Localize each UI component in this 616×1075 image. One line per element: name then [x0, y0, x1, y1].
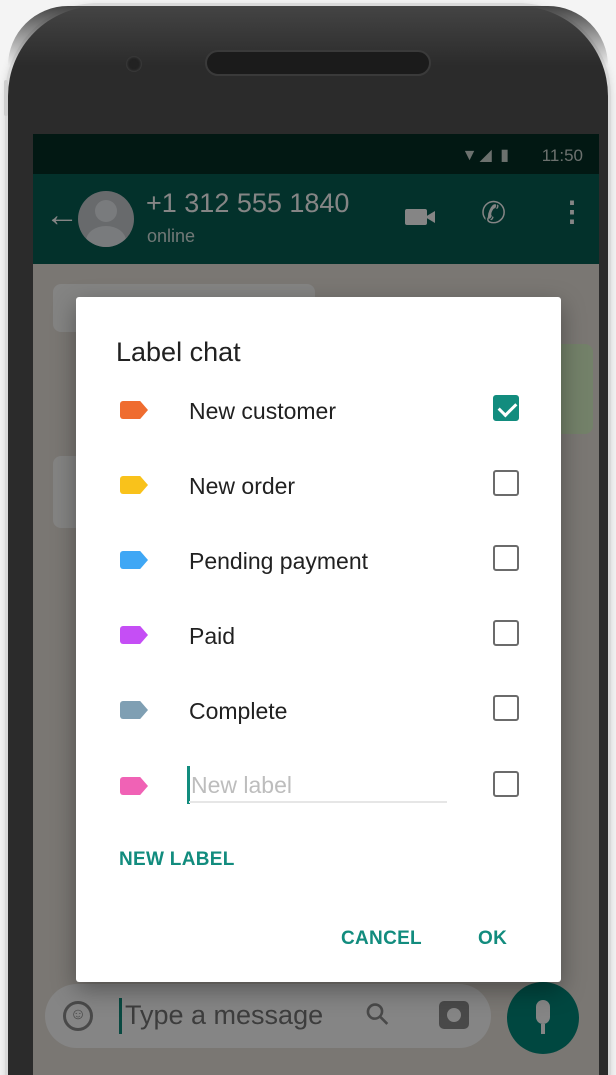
label-chat-dialog: Label chat New customer New order Pending … — [76, 297, 561, 982]
cancel-button[interactable]: CANCEL — [341, 928, 422, 950]
front-camera-icon — [126, 56, 142, 72]
label-row[interactable]: New order — [76, 449, 561, 525]
dialog-title: Label chat — [116, 337, 241, 367]
new-label-button[interactable]: NEW LABEL — [119, 849, 235, 871]
label-row[interactable]: Pending payment — [76, 524, 561, 600]
label-tag-icon — [120, 401, 148, 419]
side-button — [4, 80, 8, 116]
label-checkbox[interactable] — [493, 695, 519, 721]
label-text: Complete — [189, 698, 288, 724]
new-label-input[interactable] — [189, 769, 447, 803]
label-tag-icon — [120, 626, 148, 644]
label-text: Pending payment — [189, 548, 369, 574]
label-tag-icon — [120, 701, 148, 719]
label-row[interactable]: New customer — [76, 374, 561, 450]
label-text: New customer — [189, 398, 336, 424]
label-tag-icon — [120, 777, 148, 795]
label-tag-icon — [120, 551, 148, 569]
new-label-checkbox[interactable] — [493, 771, 519, 797]
label-row[interactable]: Paid — [76, 599, 561, 675]
label-text: Paid — [189, 623, 236, 649]
label-checkbox[interactable] — [493, 470, 519, 496]
earpiece-speaker — [205, 50, 431, 76]
label-checkbox[interactable] — [493, 620, 519, 646]
label-checkbox[interactable] — [493, 395, 519, 421]
label-row[interactable]: Complete — [76, 674, 561, 750]
ok-button[interactable]: OK — [478, 928, 507, 950]
label-tag-icon — [120, 476, 148, 494]
new-label-row — [76, 750, 561, 826]
label-text: New order — [189, 473, 296, 499]
label-checkbox[interactable] — [493, 545, 519, 571]
